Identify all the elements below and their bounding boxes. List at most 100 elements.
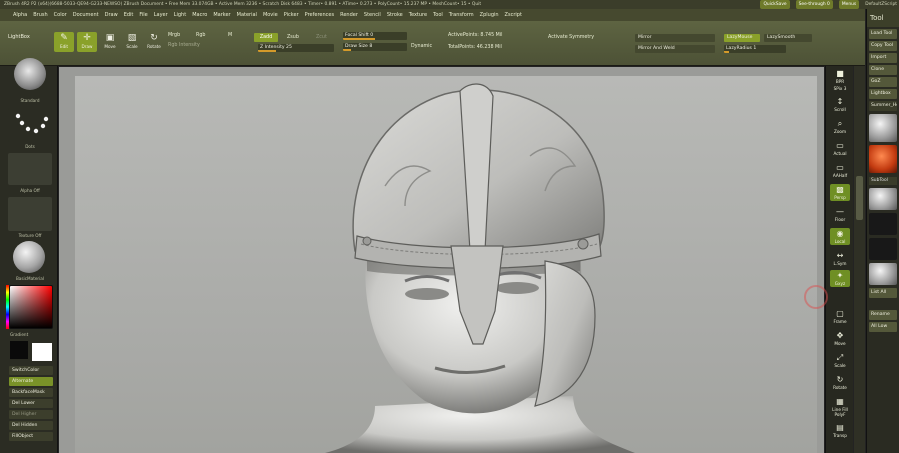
see-through-slider[interactable]: See-through 0 (795, 0, 833, 9)
list-all-button[interactable]: List All (869, 288, 897, 298)
menu-transform[interactable]: Transform (446, 9, 477, 21)
activate-symmetry-button[interactable]: Activate Symmetry (548, 35, 594, 40)
menu-tool[interactable]: Tool (430, 9, 446, 21)
zadd-button[interactable]: Zadd (254, 33, 278, 42)
scale-view-button[interactable]: ⤢ Scale (830, 352, 850, 369)
subtool-thumbnail-1[interactable] (869, 188, 897, 210)
menu-macro[interactable]: Macro (189, 9, 210, 21)
color-picker[interactable] (9, 285, 53, 329)
menu-alpha[interactable]: Alpha (10, 9, 30, 21)
lazymouse-button[interactable]: LazyMouse (724, 34, 760, 42)
lazyradius-slider[interactable]: LazyRadius 1 (724, 45, 786, 53)
menu-layer[interactable]: Layer (151, 9, 171, 21)
del-lower-button[interactable]: Del Lower (9, 399, 53, 408)
mrgb-button[interactable]: Mrgb (168, 33, 180, 38)
switchcolor-button[interactable]: SwitchColor (9, 366, 53, 375)
right-scrollbar[interactable] (854, 66, 865, 453)
menu-draw[interactable]: Draw (102, 9, 121, 21)
secondary-color-swatch[interactable] (10, 341, 28, 359)
current-tool-name[interactable]: Summer_Head (869, 101, 897, 111)
menu-edit[interactable]: Edit (121, 9, 137, 21)
backfacemask-button[interactable]: BackfaceMask (9, 388, 53, 397)
lsym-button[interactable]: ↔ L.Sym (830, 250, 850, 267)
draw-button[interactable]: ✛ Draw (77, 32, 97, 52)
menus-button[interactable]: Menus (838, 0, 860, 9)
menu-stencil[interactable]: Stencil (361, 9, 384, 21)
alternate-button[interactable]: Alternate (9, 377, 53, 386)
tool-panel-title[interactable]: Tool (867, 9, 899, 27)
lightbox-tools-button[interactable]: Lightbox (869, 89, 897, 99)
main-color-swatch[interactable] (32, 343, 52, 361)
menu-color[interactable]: Color (51, 9, 70, 21)
lazysmooth-slider[interactable]: LazySmooth (764, 34, 812, 42)
dynamic-button[interactable]: Dynamic (411, 44, 432, 49)
menu-texture[interactable]: Texture (406, 9, 430, 21)
frame-button[interactable]: ▢ Frame (830, 308, 850, 325)
viewport-canvas[interactable] (59, 67, 824, 453)
texture-thumbnail[interactable] (8, 197, 52, 231)
lightbox-button[interactable]: LightBox (8, 31, 46, 43)
menu-file[interactable]: File (136, 9, 150, 21)
menu-document[interactable]: Document (70, 9, 102, 21)
document-area[interactable] (75, 76, 817, 453)
load-tool-button[interactable]: Load Tool (869, 29, 897, 39)
local-button[interactable]: ◉ Local (830, 228, 850, 245)
rgb-intensity-slider[interactable]: Rgb Intensity (168, 43, 200, 48)
menu-marker[interactable]: Marker (210, 9, 233, 21)
menu-light[interactable]: Light (171, 9, 189, 21)
aahalf-button[interactable]: ▭ AAHalf (830, 162, 850, 179)
rotate-button[interactable]: ↻ Rotate (144, 32, 164, 52)
tool-thumbnail-sphere[interactable] (869, 145, 897, 173)
bpr-button[interactable]: ■ BPR (830, 68, 850, 85)
rename-button[interactable]: Rename (869, 310, 897, 320)
tool-thumbnail-head[interactable] (869, 114, 897, 142)
subtool-header[interactable]: SubTool (869, 177, 897, 185)
menu-brush[interactable]: Brush (30, 9, 50, 21)
polyframe-button[interactable]: ▦ Line Fill PolyF (830, 396, 850, 417)
menu-zplugin[interactable]: Zplugin (477, 9, 502, 21)
stroke-thumbnail[interactable] (8, 108, 52, 142)
default-zscript-button[interactable]: DefaultZScript (865, 0, 897, 9)
scroll-button[interactable]: ↕ Scroll (830, 96, 850, 113)
scale-button[interactable]: ▧ Scale (122, 32, 142, 52)
move-view-button[interactable]: ✥ Move (830, 330, 850, 347)
scrollbar-handle[interactable] (856, 176, 863, 220)
subtool-thumbnail-4[interactable] (869, 263, 897, 285)
spix-slider[interactable]: SPix 3 (830, 86, 850, 94)
draw-size-slider[interactable]: Draw Size 8 (343, 43, 407, 51)
menu-preferences[interactable]: Preferences (302, 9, 337, 21)
zcut-button[interactable]: Zcut (316, 35, 327, 40)
rgb-button[interactable]: Rgb (196, 33, 205, 38)
floor-button[interactable]: — Floor (830, 206, 850, 223)
actual-button[interactable]: ▭ Actual (830, 140, 850, 157)
menu-render[interactable]: Render (337, 9, 361, 21)
move-button[interactable]: ▣ Move (100, 32, 120, 52)
focal-shift-slider[interactable]: Focal Shift 0 (343, 32, 407, 40)
edit-button[interactable]: ✎ Edit (54, 32, 74, 52)
copy-tool-button[interactable]: Copy Tool (869, 41, 897, 51)
mirror-and-weld-button[interactable]: Mirror And Weld (635, 45, 715, 53)
menu-movie[interactable]: Movie (260, 9, 281, 21)
menu-stroke[interactable]: Stroke (384, 9, 406, 21)
all-low-button[interactable]: All Low (869, 322, 897, 332)
del-higher-button[interactable]: Del Higher (9, 410, 53, 419)
quicksave-button[interactable]: QuickSave (760, 0, 790, 9)
menu-material[interactable]: Material (234, 9, 260, 21)
clone-button[interactable]: Clone (869, 65, 897, 75)
material-thumbnail[interactable] (13, 241, 45, 273)
subtool-thumbnail-2[interactable] (869, 213, 897, 235)
brush-thumbnail[interactable] (14, 58, 46, 90)
menu-zscript[interactable]: Zscript (502, 9, 525, 21)
m-button[interactable]: M (228, 33, 232, 38)
mirror-button[interactable]: Mirror (635, 34, 715, 42)
menu-picker[interactable]: Picker (281, 9, 302, 21)
rotate-view-button[interactable]: ↻ Rotate (830, 374, 850, 391)
gxyz-button[interactable]: ✦ Gxyz (830, 270, 850, 287)
import-button[interactable]: Import (869, 53, 897, 63)
hue-strip[interactable] (6, 285, 9, 329)
goz-button[interactable]: GoZ (869, 77, 897, 87)
alpha-thumbnail[interactable] (8, 153, 52, 185)
zsub-button[interactable]: Zsub (287, 35, 299, 40)
persp-button[interactable]: ▩ Persp (830, 184, 850, 201)
transp-button[interactable]: ▤ Transp (830, 422, 850, 439)
